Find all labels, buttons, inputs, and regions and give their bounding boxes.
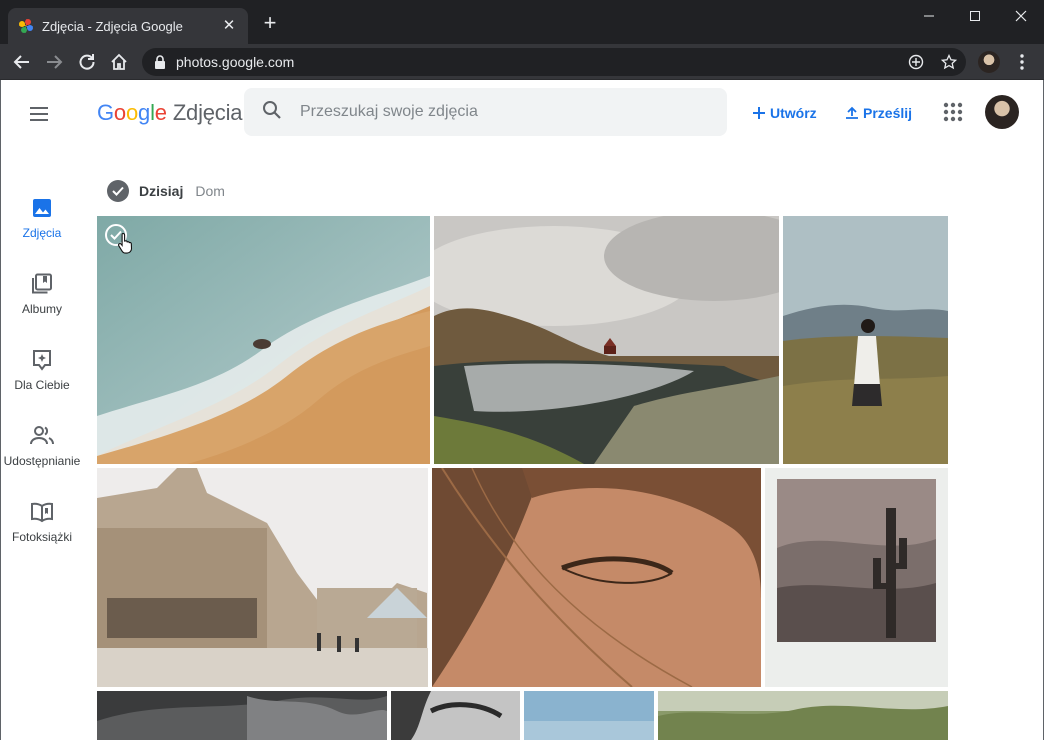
- account-avatar[interactable]: [985, 95, 1019, 129]
- reload-icon[interactable]: [75, 50, 99, 74]
- photo-icon: [30, 196, 54, 220]
- search-box[interactable]: [244, 88, 727, 136]
- create-button[interactable]: Utwórz: [752, 102, 817, 124]
- url-text: photos.google.com: [176, 54, 295, 70]
- logo-letter: G: [97, 100, 114, 125]
- photos-page: GoogleZdjęcia Utwórz Prześlij Zdję: [0, 80, 1044, 740]
- main-menu-icon[interactable]: [27, 102, 51, 126]
- photo-thumbnail[interactable]: [97, 468, 428, 687]
- close-tab-icon[interactable]: ✕: [220, 17, 238, 35]
- photo-thumbnail[interactable]: [391, 691, 520, 740]
- sidebar-item-photos[interactable]: Zdjęcia: [1, 180, 83, 256]
- sidebar-item-label: Zdjęcia: [22, 226, 62, 240]
- address-bar[interactable]: photos.google.com: [142, 48, 966, 76]
- logo-letter: o: [113, 100, 126, 125]
- search-icon: [262, 100, 282, 125]
- forward-icon[interactable]: [42, 50, 66, 74]
- browser-toolbar: photos.google.com: [0, 44, 1044, 80]
- sharing-icon: [30, 424, 54, 448]
- photo-thumbnail[interactable]: [658, 691, 948, 740]
- sidebar-item-for-you[interactable]: Dla Ciebie: [1, 332, 83, 408]
- plus-icon: [752, 106, 766, 120]
- location-label: Dom: [195, 183, 225, 199]
- product-name: Zdjęcia: [172, 100, 243, 125]
- logo-letter: e: [154, 100, 167, 125]
- search-input[interactable]: [300, 103, 680, 121]
- sidebar-item-label: Fotoksiążki: [11, 530, 73, 544]
- logo-letter: o: [125, 100, 139, 125]
- hand-cursor-icon: [117, 232, 135, 259]
- photo-thumbnail[interactable]: [97, 691, 387, 740]
- google-photos-favicon: [18, 18, 34, 34]
- photobook-icon: [30, 500, 54, 524]
- sidebar-item-albums[interactable]: Albumy: [1, 256, 83, 332]
- bookmark-star-icon[interactable]: [935, 48, 963, 76]
- sidebar-item-label: Albumy: [21, 302, 62, 316]
- create-label: Utwórz: [770, 105, 817, 121]
- new-tab-icon[interactable]: +: [260, 12, 280, 34]
- upload-label: Prześlij: [863, 105, 913, 121]
- home-icon[interactable]: [107, 50, 131, 74]
- photo-thumbnail[interactable]: [783, 216, 948, 464]
- browser-menu-icon[interactable]: [1008, 48, 1036, 76]
- photo-thumbnail[interactable]: [432, 468, 761, 687]
- upload-button[interactable]: Prześlij: [845, 102, 912, 124]
- sidebar-item-label: Udostępnianie: [3, 454, 81, 468]
- date-label: Dzisiaj: [139, 183, 184, 199]
- apps-grid-icon[interactable]: [943, 102, 965, 124]
- browser-tab-bar: Zdjęcia - Zdjęcia Google ✕ +: [0, 0, 1044, 44]
- sidebar-item-sharing[interactable]: Udostępnianie: [1, 408, 83, 484]
- album-icon: [30, 272, 54, 296]
- browser-tab[interactable]: Zdjęcia - Zdjęcia Google ✕: [8, 8, 248, 44]
- for-you-icon: [30, 348, 54, 372]
- photo-thumbnail[interactable]: [524, 691, 654, 740]
- tab-title: Zdjęcia - Zdjęcia Google: [42, 18, 183, 34]
- date-group-header: Dzisiaj Dom: [107, 180, 225, 202]
- back-icon[interactable]: [10, 50, 34, 74]
- lock-icon: [154, 55, 166, 69]
- select-group-check-icon[interactable]: [107, 180, 129, 202]
- minimize-icon[interactable]: [906, 0, 952, 32]
- maximize-icon[interactable]: [952, 0, 998, 32]
- logo-letter: g: [138, 100, 151, 125]
- close-window-icon[interactable]: [998, 0, 1044, 32]
- profile-avatar-icon[interactable]: [975, 48, 1003, 76]
- photo-thumbnail[interactable]: [765, 468, 948, 687]
- google-photos-logo[interactable]: Google Zdjęcia: [97, 100, 243, 126]
- side-navigation: Zdjęcia Albumy Dla Ciebie Udostępnianie …: [1, 180, 83, 560]
- sidebar-item-label: Dla Ciebie: [14, 378, 70, 392]
- install-app-icon[interactable]: [902, 48, 930, 76]
- photo-thumbnail[interactable]: [97, 216, 430, 464]
- upload-icon: [845, 106, 859, 120]
- photo-thumbnail[interactable]: [434, 216, 779, 464]
- sidebar-item-photobooks[interactable]: Fotoksiążki: [1, 484, 83, 560]
